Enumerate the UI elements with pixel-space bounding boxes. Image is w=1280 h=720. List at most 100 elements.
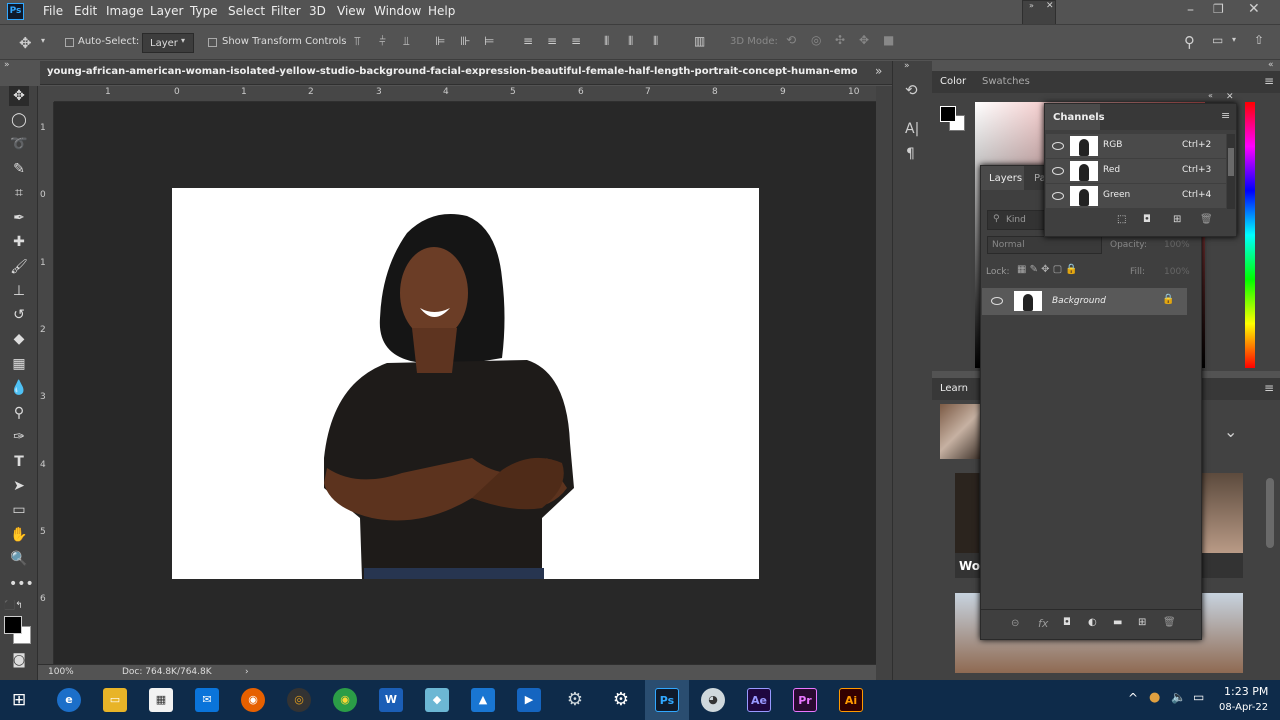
eye-icon[interactable] xyxy=(1052,142,1064,150)
panel-menu-icon[interactable]: ≡ xyxy=(1264,74,1274,88)
notes-icon[interactable]: ◆ xyxy=(425,688,449,712)
save-selection-icon[interactable]: ◘ xyxy=(1143,214,1151,225)
chrome-icon[interactable]: ◉ xyxy=(333,688,357,712)
menu-window[interactable]: Window xyxy=(374,4,421,18)
add-mask-icon[interactable]: ◘ xyxy=(1063,617,1071,628)
path-select-icon[interactable]: ➤ xyxy=(9,476,29,496)
auto-select-dropdown[interactable]: Layer ▾ xyxy=(142,33,194,53)
align-top-icon[interactable]: ⫪ xyxy=(354,34,361,49)
quick-mask-icon[interactable]: ◙ xyxy=(9,650,29,670)
collapse-icon[interactable]: « xyxy=(1208,91,1213,100)
close-icon[interactable]: ✕ xyxy=(1046,1,1054,11)
chevron-up-icon[interactable]: ^ xyxy=(1128,691,1138,705)
search-icon[interactable]: ⚲ xyxy=(1184,33,1195,51)
3d-slide-icon[interactable]: ✥ xyxy=(859,33,869,47)
default-colors-icon[interactable]: ⬛↰ xyxy=(4,601,23,611)
link-layers-icon[interactable]: ⊝ xyxy=(1011,618,1019,629)
new-layer-icon[interactable]: ⊞ xyxy=(1138,617,1146,628)
scroll-thumb[interactable] xyxy=(1228,148,1234,176)
close-icon[interactable]: ✕ xyxy=(1226,92,1234,102)
3d-roll-icon[interactable]: ◎ xyxy=(811,33,821,47)
volume-icon[interactable]: 🔈 xyxy=(1171,690,1186,704)
distribute-left-icon[interactable]: ⦀ xyxy=(604,34,609,49)
fx-icon[interactable]: fx xyxy=(1038,617,1048,630)
distribute-vcenter-icon[interactable]: ≡ xyxy=(547,34,557,48)
auto-align-icon[interactable]: ▥ xyxy=(694,34,705,48)
vertical-scrollbar[interactable] xyxy=(876,86,892,680)
dodge-tool-icon[interactable]: ⚲ xyxy=(9,403,29,423)
distribute-hcenter-icon[interactable]: ⦀ xyxy=(628,34,633,49)
clock-time[interactable]: 1:23 PM xyxy=(1224,685,1268,698)
ruler-origin[interactable] xyxy=(38,86,54,102)
document-tab[interactable]: young-african-american-woman-isolated-ye… xyxy=(40,61,892,85)
hue-slider[interactable] xyxy=(1245,102,1255,368)
expand-panels-icon[interactable]: » xyxy=(904,61,910,71)
marquee-tool-icon[interactable]: ◯ xyxy=(9,110,29,130)
quick-select-icon[interactable]: ✎ xyxy=(9,159,29,179)
tab-channels[interactable]: Channels xyxy=(1053,112,1105,123)
channel-row-rgb[interactable]: RGB Ctrl+2 xyxy=(1046,134,1226,158)
menu-help[interactable]: Help xyxy=(428,4,455,18)
trash-icon[interactable]: 🗑 xyxy=(1163,617,1176,628)
layer-row[interactable]: Background 🔒 xyxy=(982,288,1187,315)
character-icon[interactable]: A| xyxy=(905,121,919,137)
tabs-overflow-icon[interactable]: » xyxy=(875,64,882,78)
menu-3d[interactable]: 3D xyxy=(309,4,326,18)
eye-icon[interactable] xyxy=(1052,167,1064,175)
pen-tool-icon[interactable]: ✑ xyxy=(9,427,29,447)
media-player-icon[interactable]: ◎ xyxy=(287,688,311,712)
after-effects-icon[interactable]: Ae xyxy=(747,688,771,712)
gear-icon[interactable]: ⚙ xyxy=(609,688,633,712)
store-icon[interactable]: ▦ xyxy=(149,688,173,712)
lock-icons[interactable]: ▦ ✎ ✥ ▢ 🔒 xyxy=(1017,264,1078,275)
menu-edit[interactable]: Edit xyxy=(74,4,97,18)
restore-icon[interactable]: ❐ xyxy=(1213,2,1224,16)
learn-thumbnail[interactable] xyxy=(940,404,980,459)
menu-type[interactable]: Type xyxy=(190,4,218,18)
crop-tool-icon[interactable]: ⌗ xyxy=(9,183,29,203)
workspace-icon[interactable]: ▭ xyxy=(1212,33,1223,47)
doc-size[interactable]: Doc: 764.8K/764.8K xyxy=(122,667,212,677)
blend-mode-dropdown[interactable]: Normal xyxy=(987,236,1102,254)
history-brush-icon[interactable]: ↺ xyxy=(9,305,29,325)
load-selection-icon[interactable]: ⬚ xyxy=(1117,214,1126,225)
move-tool-icon[interactable]: ✥ xyxy=(9,86,29,106)
edge-icon[interactable]: e xyxy=(57,688,81,712)
close-icon[interactable]: ✕ xyxy=(1248,1,1260,17)
tab-color[interactable]: Color xyxy=(940,76,966,87)
channel-row-red[interactable]: Red Ctrl+3 xyxy=(1046,159,1226,183)
zoom-tool-icon[interactable]: 🔍 xyxy=(9,549,29,569)
adjustment-layer-icon[interactable]: ◐ xyxy=(1088,617,1097,628)
menu-layer[interactable]: Layer xyxy=(150,4,183,18)
3d-pan-icon[interactable]: ✣ xyxy=(835,33,845,47)
align-hcenter-icon[interactable]: ⊪ xyxy=(460,34,470,48)
minimize-icon[interactable]: – xyxy=(1187,2,1194,18)
new-group-icon[interactable]: ▬ xyxy=(1113,617,1122,628)
eyedropper-icon[interactable]: ✒ xyxy=(9,208,29,228)
trash-icon[interactable]: 🗑 xyxy=(1200,214,1213,225)
distribute-bottom-icon[interactable]: ≡ xyxy=(571,34,581,48)
hand-tool-icon[interactable]: ✋ xyxy=(9,525,29,545)
paragraph-icon[interactable]: ¶ xyxy=(906,146,915,162)
share-icon[interactable]: ⇧ xyxy=(1254,33,1264,47)
app-icon[interactable]: ◕ xyxy=(701,688,725,712)
panel-menu-icon[interactable]: ≡ xyxy=(1221,109,1230,122)
zoom-level[interactable]: 100% xyxy=(48,667,74,677)
photoshop-taskbar-icon[interactable]: Ps xyxy=(655,688,679,712)
align-right-icon[interactable]: ⊨ xyxy=(484,34,494,48)
tab-layers[interactable]: Layers xyxy=(989,173,1022,184)
collapse-toolbar-icon[interactable]: » xyxy=(4,60,10,70)
chevron-down-icon[interactable]: ⌄ xyxy=(1224,422,1237,441)
eye-icon[interactable] xyxy=(991,297,1003,305)
mail-icon[interactable]: ✉ xyxy=(195,688,219,712)
collapse-dock-icon[interactable]: « xyxy=(1268,60,1274,70)
3d-orbit-icon[interactable]: ⟲ xyxy=(786,33,796,47)
gradient-tool-icon[interactable]: ▦ xyxy=(9,354,29,374)
distribute-top-icon[interactable]: ≡ xyxy=(523,34,533,48)
clock-date[interactable]: 08-Apr-22 xyxy=(1219,702,1268,713)
type-tool-icon[interactable]: T xyxy=(9,452,29,472)
firefox-icon[interactable]: ◉ xyxy=(241,688,265,712)
rectangle-tool-icon[interactable]: ▭ xyxy=(9,500,29,520)
tab-learn[interactable]: Learn xyxy=(940,383,968,394)
eye-icon[interactable] xyxy=(1052,192,1064,200)
